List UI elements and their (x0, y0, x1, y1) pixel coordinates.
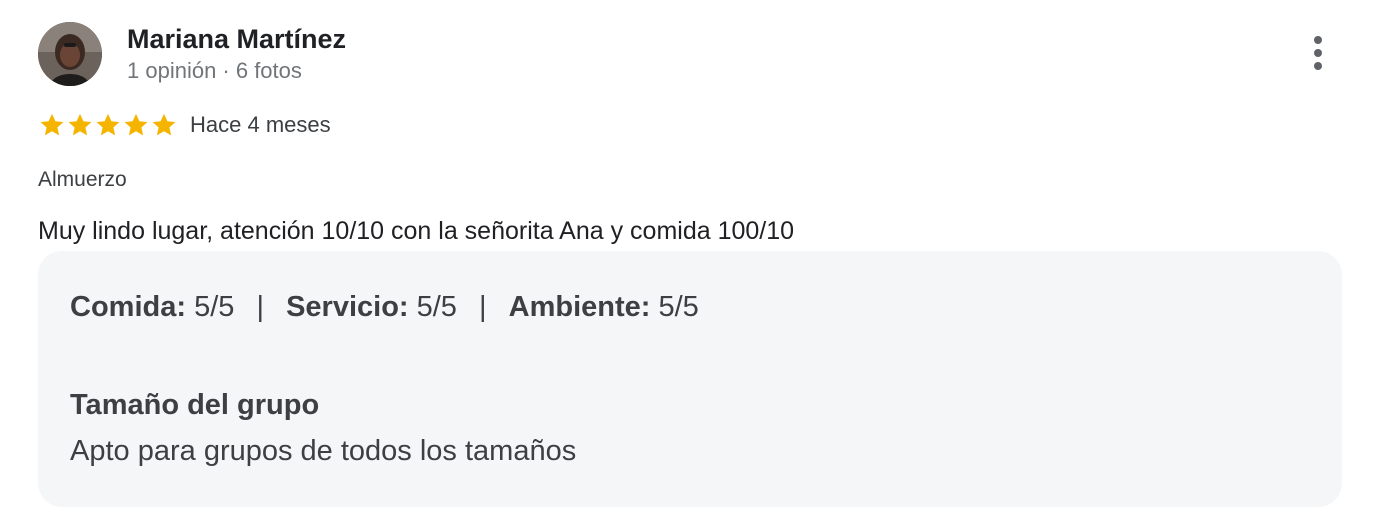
service-rating-value: 5/5 (416, 291, 457, 323)
separator: | (256, 291, 264, 323)
avatar-photo (38, 22, 102, 86)
more-vert-icon (1314, 36, 1322, 70)
food-rating-label: Comida: (70, 291, 186, 323)
review-card: Mariana Martínez 1 opinión · 6 fotos Hac… (0, 0, 1390, 520)
star-icon (68, 113, 92, 136)
food-rating-value: 5/5 (194, 291, 235, 323)
review-text: Muy lindo lugar, atención 10/10 con la s… (38, 217, 795, 245)
star-icon (96, 113, 120, 136)
star-icon (40, 113, 64, 136)
meal-type: Almuerzo (38, 168, 127, 191)
review-details: Comida: 5/5 | Servicio: 5/5 | Ambiente: … (38, 251, 1342, 507)
more-options-button[interactable] (1300, 32, 1336, 76)
star-rating (38, 110, 178, 140)
author-meta: 1 opinión · 6 fotos (127, 58, 302, 83)
star-icon (152, 113, 176, 136)
author-name[interactable]: Mariana Martínez (127, 22, 346, 56)
group-size-value: Apto para grupos de todos los tamaños (70, 435, 577, 467)
group-size-title: Tamaño del grupo (70, 389, 320, 421)
ambience-rating-label: Ambiente: (508, 291, 651, 323)
separator: | (479, 291, 487, 323)
ambience-rating-value: 5/5 (658, 291, 699, 323)
review-date: Hace 4 meses (190, 112, 331, 137)
aspect-ratings: Comida: 5/5 | Servicio: 5/5 | Ambiente: … (70, 289, 699, 325)
star-icon (124, 113, 148, 136)
service-rating-label: Servicio: (286, 291, 409, 323)
avatar[interactable] (38, 22, 102, 86)
